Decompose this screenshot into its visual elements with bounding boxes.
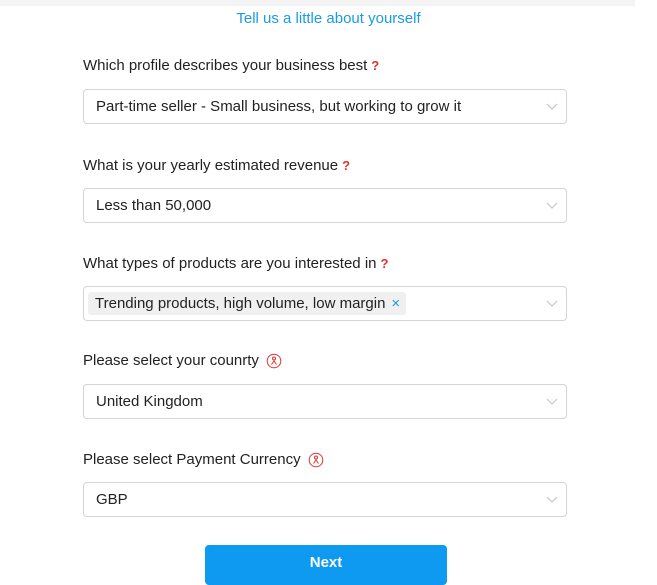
top-divider <box>0 0 635 6</box>
field-label-text: Please select Payment Currency <box>83 451 301 468</box>
required-mark: ? <box>342 158 351 173</box>
info-icon[interactable] <box>266 353 282 369</box>
field-label-country: Please select your counrty <box>83 352 282 369</box>
close-icon[interactable]: × <box>391 296 400 311</box>
currency-select[interactable]: GBP <box>83 482 567 517</box>
field-label-products: What types of products are you intereste… <box>83 255 388 272</box>
revenue-select[interactable]: Less than 50,000 <box>83 188 567 223</box>
select-value: GBP <box>96 491 128 508</box>
country-select[interactable]: United Kingdom <box>83 384 567 419</box>
selected-tag: Trending products, high volume, low marg… <box>88 292 407 315</box>
required-mark: ? <box>371 58 380 73</box>
field-label-text: What types of products are you intereste… <box>83 255 377 272</box>
profile-select[interactable]: Part-time seller - Small business, but w… <box>83 89 567 124</box>
chevron-down-icon <box>546 103 558 110</box>
field-label-currency: Please select Payment Currency <box>83 451 324 468</box>
tag-label: Trending products, high volume, low marg… <box>95 295 386 312</box>
info-icon[interactable] <box>308 452 324 468</box>
next-button[interactable]: Next <box>205 545 447 585</box>
form-subtitle: Tell us a little about yourself <box>236 10 421 27</box>
chevron-down-icon <box>546 398 558 405</box>
products-multiselect[interactable]: Trending products, high volume, low marg… <box>83 286 567 321</box>
select-value: United Kingdom <box>96 393 203 410</box>
field-label-text: Please select your counrty <box>83 352 259 369</box>
field-label-profile: Which profile describes your business be… <box>83 57 379 74</box>
chevron-down-icon <box>546 496 558 503</box>
required-mark: ? <box>380 256 389 271</box>
select-value: Part-time seller - Small business, but w… <box>96 98 462 115</box>
field-label-revenue: What is your yearly estimated revenue? <box>83 157 350 174</box>
field-label-text: Which profile describes your business be… <box>83 57 368 74</box>
select-value: Less than 50,000 <box>96 197 212 214</box>
chevron-down-icon <box>546 300 558 307</box>
field-label-text: What is your yearly estimated revenue <box>83 157 339 174</box>
chevron-down-icon <box>546 202 558 209</box>
